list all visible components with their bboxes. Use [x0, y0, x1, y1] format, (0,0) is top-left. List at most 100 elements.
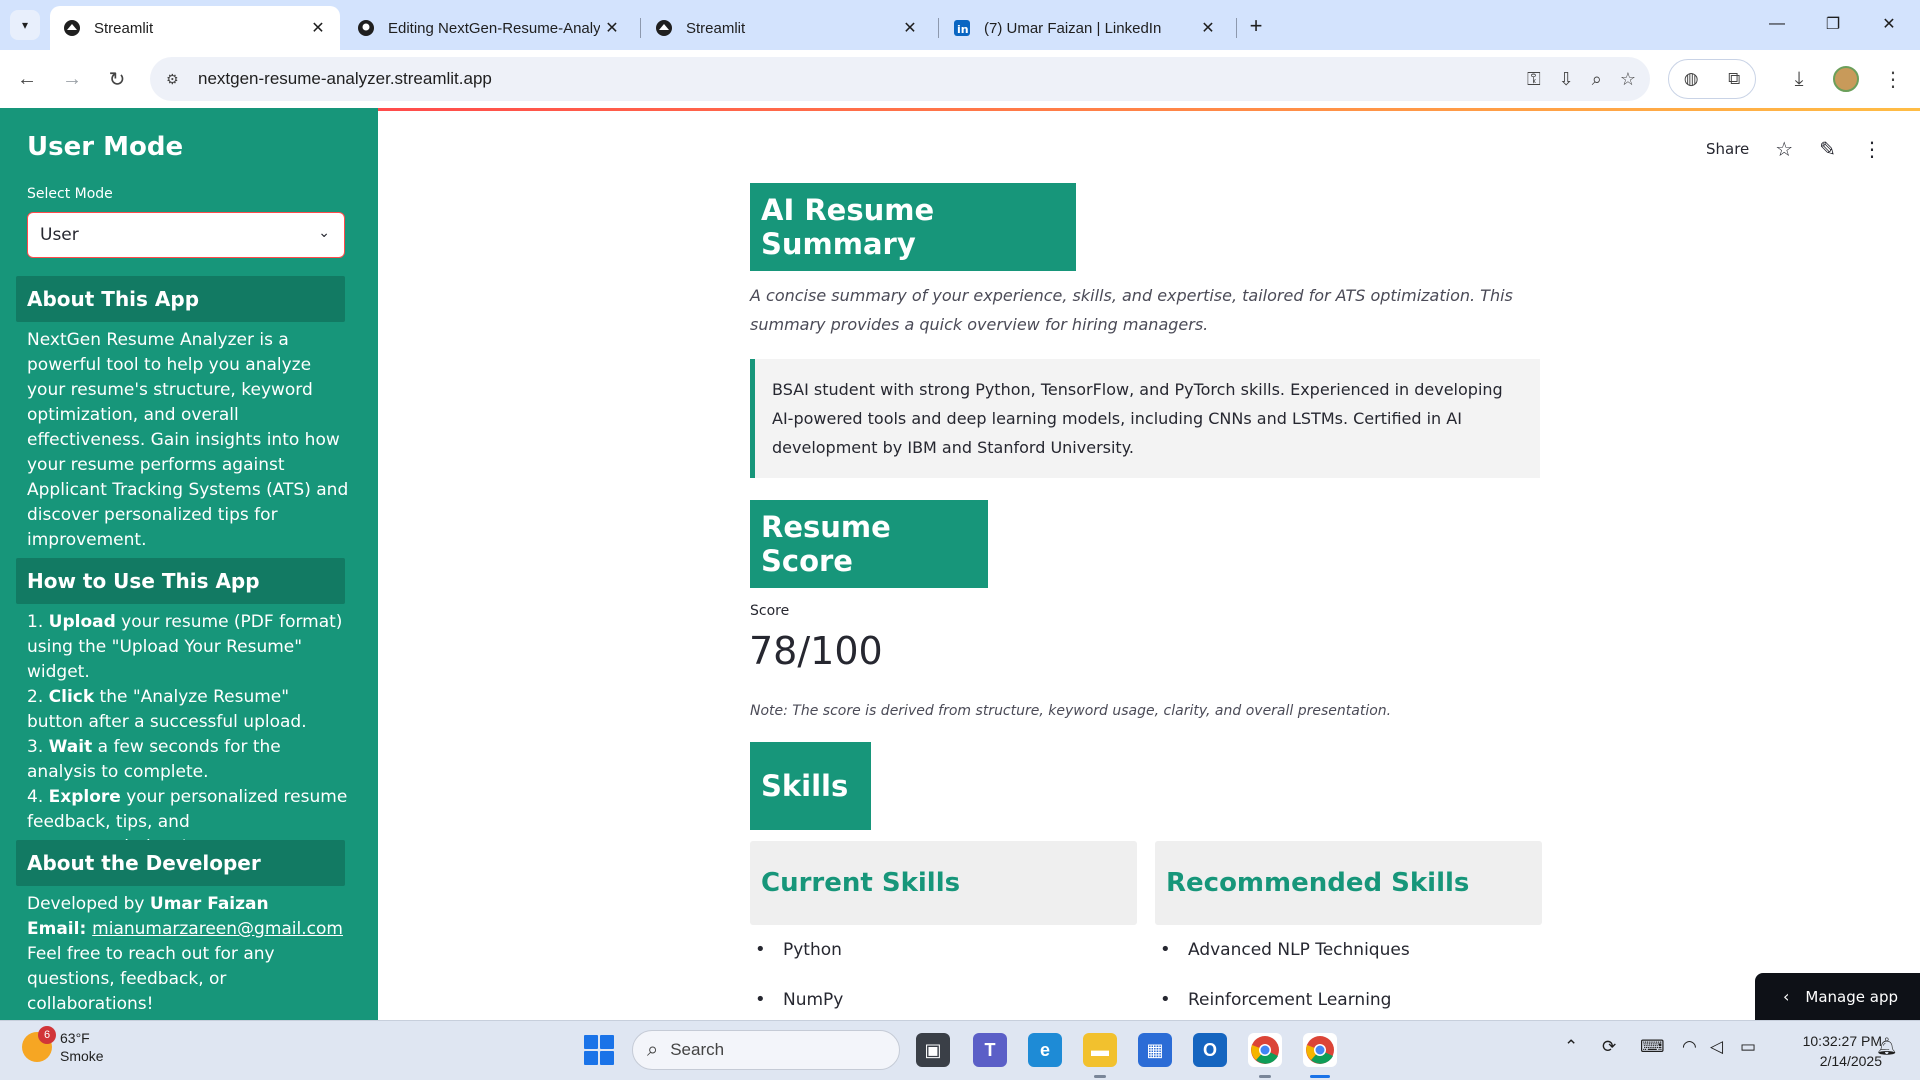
clock-date: 2/14/2025	[1819, 1053, 1882, 1069]
github-icon	[356, 18, 376, 38]
manage-app-label: Manage app	[1805, 987, 1898, 1006]
notification-bell-icon[interactable]: 🔔︎	[1876, 1037, 1898, 1057]
manage-app-button[interactable]: ‹ Manage app	[1755, 973, 1920, 1020]
minimize-icon[interactable]: —	[1754, 8, 1800, 40]
app-indicator	[1094, 1075, 1106, 1078]
tab-separator	[1236, 18, 1237, 38]
how-to-heading: How to Use This App	[16, 558, 345, 604]
zoom-icon[interactable]: ⌕	[1592, 69, 1602, 90]
how-to-step: 3. Wait a few seconds for the analysis t…	[27, 737, 281, 782]
outlook-icon[interactable]: O	[1193, 1033, 1227, 1067]
extensions-puzzle-icon[interactable]: ⧉	[1728, 69, 1740, 89]
recommended-skills-column: Recommended Skills Advanced NLP Techniqu…	[1155, 841, 1542, 1033]
tab-close-icon[interactable]: ✕	[1196, 16, 1220, 40]
restore-icon[interactable]: ❐	[1810, 8, 1856, 40]
tab-linkedin[interactable]: in (7) Umar Faizan | LinkedIn ✕	[940, 6, 1230, 50]
wifi-icon[interactable]: ◠	[1682, 1037, 1697, 1057]
install-app-icon[interactable]: ⇩	[1559, 69, 1574, 90]
back-arrow-icon[interactable]: ←	[10, 62, 44, 96]
score-label: Score	[750, 603, 790, 619]
address-bar[interactable]: ⚙ nextgen-resume-analyzer.streamlit.app …	[150, 57, 1650, 101]
tab-separator	[640, 18, 641, 38]
summary-heading: AI Resume Summary	[750, 183, 1076, 271]
app-toolbar: Share ☆ ✎ ⋮	[1706, 137, 1882, 161]
streamlit-icon	[62, 18, 82, 38]
window-close-icon[interactable]: ✕	[1866, 8, 1912, 40]
new-tab-button[interactable]: +	[1242, 12, 1270, 40]
browser-tab-bar: ▾ Streamlit ✕ Editing NextGen-Resume-Ana…	[0, 0, 1920, 50]
app-indicator	[1259, 1075, 1271, 1078]
skills-heading: Skills	[750, 742, 871, 830]
how-to-step: 1. Upload your resume (PDF format) using…	[27, 612, 343, 682]
forward-arrow-icon[interactable]: →	[55, 62, 89, 96]
share-button[interactable]: Share	[1706, 140, 1749, 158]
profile-avatar[interactable]	[1829, 62, 1863, 96]
globe-extension-icon[interactable]: ◍	[1684, 69, 1699, 89]
sidebar-title: User Mode	[27, 132, 184, 162]
developer-name: Umar Faizan	[149, 894, 269, 914]
mode-select[interactable]: User ⌄	[27, 212, 345, 258]
sync-icon[interactable]: ⟳	[1602, 1037, 1616, 1057]
reload-icon[interactable]: ↻	[100, 62, 134, 96]
downloads-icon[interactable]: ⤓	[1782, 62, 1816, 96]
keyboard-icon[interactable]: ⌨	[1640, 1037, 1665, 1057]
taskbar-search-placeholder: Search	[670, 1040, 725, 1059]
score-value: 78/100	[749, 629, 883, 673]
task-view-icon[interactable]: ▣	[916, 1033, 950, 1067]
tab-title: Streamlit	[686, 19, 746, 37]
edge-icon[interactable]: e	[1028, 1033, 1062, 1067]
tab-github[interactable]: Editing NextGen-Resume-Analy ✕	[344, 6, 634, 50]
teams-icon[interactable]: T	[973, 1033, 1007, 1067]
windows-start-icon[interactable]	[584, 1035, 614, 1065]
mode-select-value: User	[40, 225, 79, 245]
chevron-left-icon: ‹	[1783, 987, 1790, 1006]
tab-close-icon[interactable]: ✕	[306, 16, 330, 40]
star-icon[interactable]: ☆	[1775, 137, 1793, 161]
developer-email-link[interactable]: mianumarzareen@gmail.com	[92, 919, 343, 939]
bookmark-star-icon[interactable]: ☆	[1620, 69, 1636, 90]
battery-icon[interactable]: ▭	[1740, 1037, 1756, 1057]
weather-widget[interactable]: 6 63°F Smoke	[22, 1026, 104, 1065]
developer-contact-text: Feel free to reach out for any questions…	[27, 944, 275, 1014]
taskbar-search[interactable]: ⌕ Search	[632, 1030, 900, 1070]
volume-icon[interactable]: ◁	[1710, 1037, 1723, 1057]
tab-close-icon[interactable]: ✕	[898, 16, 922, 40]
browser-menu-icon[interactable]: ⋮	[1876, 62, 1910, 96]
chevron-down-icon: ⌄	[318, 225, 330, 241]
weather-badge: 6	[38, 1026, 56, 1044]
microsoft-store-icon[interactable]: ▦	[1138, 1033, 1172, 1067]
chrome-profile-icon[interactable]	[1303, 1033, 1337, 1067]
system-clock[interactable]: 10:32:27 PM 2/14/2025	[1782, 1031, 1882, 1071]
tray-overflow-icon[interactable]: ⌃	[1564, 1037, 1578, 1057]
sidebar: User Mode Select Mode User ⌄ About This …	[0, 108, 378, 1020]
file-explorer-icon[interactable]: ▬	[1083, 1033, 1117, 1067]
windows-taskbar: 6 63°F Smoke ⌕ Search ▣ T e ▬ ▦ O ⌃ ⟳ ⌨ …	[0, 1020, 1920, 1080]
tab-close-icon[interactable]: ✕	[600, 16, 624, 40]
how-to-steps: 1. Upload your resume (PDF format) using…	[27, 610, 349, 860]
weather-temperature: 63°F	[60, 1030, 90, 1046]
about-app-heading: About This App	[16, 276, 345, 322]
about-developer-heading: About the Developer	[16, 840, 345, 886]
tab-streamlit-active[interactable]: Streamlit ✕	[50, 6, 340, 50]
extensions-group: ◍ ⧉	[1668, 59, 1756, 99]
app-indicator-active	[1310, 1075, 1330, 1078]
how-to-step: 2. Click the "Analyze Resume" button aft…	[27, 687, 307, 732]
skill-item: Python	[750, 933, 1137, 983]
browser-toolbar: ← → ↻ ⚙ nextgen-resume-analyzer.streamli…	[0, 50, 1920, 108]
current-skills-heading: Current Skills	[750, 841, 1137, 925]
tab-streamlit[interactable]: Streamlit ✕	[642, 6, 932, 50]
tab-separator	[938, 18, 939, 38]
summary-text: BSAI student with strong Python, TensorF…	[750, 359, 1540, 478]
tab-search-button[interactable]: ▾	[10, 10, 40, 40]
site-info-icon[interactable]: ⚙	[166, 71, 188, 88]
recommended-skills-heading: Recommended Skills	[1155, 841, 1542, 925]
weather-sun-icon: 6	[22, 1026, 56, 1062]
developer-info: Developed by Umar Faizan Email: mianumar…	[27, 892, 349, 1017]
more-menu-icon[interactable]: ⋮	[1862, 137, 1882, 161]
edit-pencil-icon[interactable]: ✎	[1819, 137, 1836, 161]
chrome-icon[interactable]	[1248, 1033, 1282, 1067]
password-key-icon[interactable]: ⚿	[1527, 69, 1541, 90]
current-skills-column: Current Skills Python NumPy	[750, 841, 1137, 1033]
weather-description: Smoke	[60, 1048, 104, 1064]
score-heading: Resume Score	[750, 500, 988, 588]
